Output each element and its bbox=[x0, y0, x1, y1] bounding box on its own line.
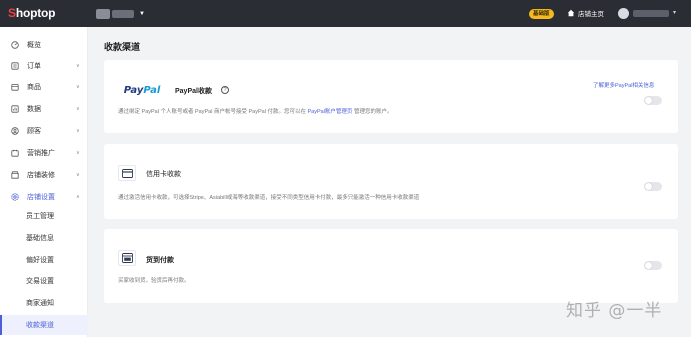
chevron-down-icon: ∨ bbox=[76, 83, 80, 90]
paypal-card: Pay Pal PayPal收款 ? 通过绑定 PayPal 个人账号或者 Pay… bbox=[104, 60, 678, 133]
paypal-toggle[interactable] bbox=[644, 96, 662, 105]
sidebar-subitem-label: 偏好设置 bbox=[26, 257, 54, 264]
credit-card-card: 信用卡收款 通过激活信用卡收款，可选择Stripe、Asiabill或海等收款渠… bbox=[104, 144, 678, 219]
cod-title: 货到付款 bbox=[146, 257, 174, 264]
dashboard-icon bbox=[11, 40, 19, 49]
sidebar-subitem-payment-channels[interactable]: 收款渠道 bbox=[0, 315, 88, 335]
sidebar-item-label: 商品 bbox=[27, 83, 41, 91]
marketing-icon bbox=[11, 149, 19, 157]
watermark: 知乎 @一半 bbox=[566, 301, 663, 321]
page-title: 收款渠道 bbox=[104, 42, 141, 52]
customer-icon bbox=[11, 126, 19, 135]
sidebar-item-marketing[interactable]: 营销推广 ∨ bbox=[0, 143, 88, 162]
cash-on-delivery-icon bbox=[118, 250, 136, 266]
sidebar-subitem-label: 员工管理 bbox=[26, 213, 54, 220]
sidebar-item-products[interactable]: 商品 ∨ bbox=[0, 77, 88, 96]
product-icon bbox=[11, 83, 19, 91]
sidebar-subitem-notifications[interactable]: 商家通知 bbox=[0, 293, 88, 313]
cod-card: 货到付款 买家收到货，验货后再付款。 bbox=[104, 229, 678, 303]
sidebar: 概览 订单 ∨ 商品 ∨ 数据 ∨ 顾客 ∨ 营销推广 ∨ 店铺装修 ∨ 店铺设… bbox=[0, 27, 88, 337]
sidebar-subitem-staff[interactable]: 员工管理 bbox=[0, 206, 88, 226]
chevron-down-icon: ∨ bbox=[76, 171, 80, 178]
sidebar-item-label: 顾客 bbox=[27, 127, 41, 135]
sidebar-item-label: 店铺装修 bbox=[27, 171, 55, 179]
chevron-up-icon: ∧ bbox=[76, 193, 80, 200]
paypal-title: PayPal收款 bbox=[175, 88, 212, 95]
store-avatar-icon bbox=[96, 9, 110, 19]
paypal-learn-more-link[interactable]: 了解更多PayPal相关信息 bbox=[593, 81, 654, 89]
sidebar-item-customers[interactable]: 顾客 ∨ bbox=[0, 121, 88, 140]
caret-down-icon: ▼ bbox=[139, 11, 145, 17]
sidebar-subitem-label: 商家通知 bbox=[26, 300, 54, 307]
store-switcher[interactable]: ▼ bbox=[96, 8, 145, 20]
sidebar-item-store-settings[interactable]: 店铺设置 ∧ bbox=[0, 187, 88, 206]
store-home-label: 店铺主页 bbox=[578, 11, 604, 18]
data-icon bbox=[11, 104, 19, 113]
sidebar-item-label: 店铺设置 bbox=[27, 193, 55, 201]
chevron-down-icon: ∨ bbox=[76, 105, 80, 112]
sidebar-item-label: 数据 bbox=[27, 105, 41, 113]
sidebar-item-data[interactable]: 数据 ∨ bbox=[0, 99, 88, 118]
paypal-account-link[interactable]: PayPal账户管理页 bbox=[307, 109, 352, 115]
chevron-down-icon: ∨ bbox=[76, 62, 80, 69]
sidebar-item-overview[interactable]: 概览 bbox=[0, 35, 88, 54]
user-name-redacted[interactable] bbox=[633, 10, 669, 17]
sidebar-item-decoration[interactable]: 店铺装修 ∨ bbox=[0, 165, 88, 184]
chevron-down-icon: ∨ bbox=[76, 127, 80, 134]
sidebar-item-label: 营销推广 bbox=[27, 149, 55, 157]
store-name-redacted bbox=[112, 10, 134, 18]
sidebar-item-orders[interactable]: 订单 ∨ bbox=[0, 56, 88, 75]
credit-card-toggle[interactable] bbox=[644, 182, 662, 191]
credit-card-description: 通过激活信用卡收款，可选择Stripe、Asiabill或海等收款渠道，接受不同… bbox=[118, 195, 420, 201]
chevron-down-icon: ∨ bbox=[76, 149, 80, 156]
home-icon bbox=[567, 9, 575, 17]
help-icon[interactable]: ? bbox=[221, 86, 229, 94]
sidebar-subitem-label: 基础信息 bbox=[26, 235, 54, 242]
top-bar: Shoptop ▼ 基础版 店铺主页 ▾ bbox=[0, 0, 691, 27]
chevron-down-icon[interactable]: ▾ bbox=[673, 9, 676, 16]
cod-toggle[interactable] bbox=[644, 261, 662, 270]
sidebar-subitem-basic-info[interactable]: 基础信息 bbox=[0, 228, 88, 248]
paypal-description: 通过绑定 PayPal 个人账号或者 PayPal 商户帐号接受 PayPal … bbox=[118, 109, 393, 115]
shoptop-logo[interactable]: Shoptop bbox=[8, 6, 55, 20]
cod-description: 买家收到货，验货后再付款。 bbox=[118, 278, 190, 284]
plan-badge[interactable]: 基础版 bbox=[529, 9, 554, 19]
store-home-link[interactable]: 店铺主页 bbox=[567, 8, 604, 18]
order-icon bbox=[11, 61, 19, 70]
sidebar-subitem-transactions[interactable]: 交易设置 bbox=[0, 271, 88, 291]
sidebar-subitem-label: 收款渠道 bbox=[26, 322, 54, 329]
sidebar-item-label: 概览 bbox=[27, 41, 41, 49]
credit-card-icon bbox=[118, 165, 136, 181]
sidebar-subitem-preferences[interactable]: 偏好设置 bbox=[0, 250, 88, 270]
sidebar-subitem-label: 交易设置 bbox=[26, 278, 54, 285]
decoration-icon bbox=[11, 170, 19, 179]
credit-card-title: 信用卡收款 bbox=[146, 171, 181, 178]
settings-icon bbox=[11, 192, 19, 201]
sidebar-item-label: 订单 bbox=[27, 62, 41, 70]
paypal-logo: Pay Pal bbox=[123, 84, 161, 96]
user-avatar[interactable] bbox=[618, 8, 629, 19]
